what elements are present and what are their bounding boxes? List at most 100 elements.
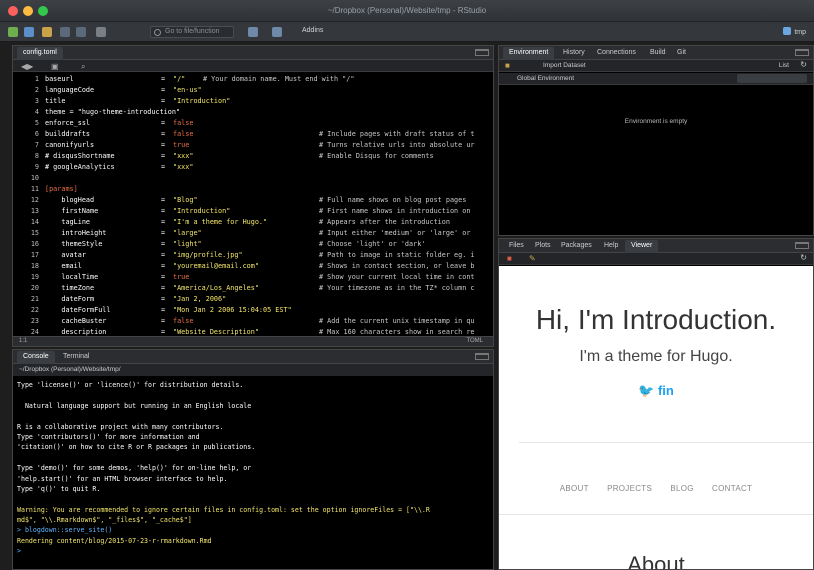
refresh-icon[interactable]: ↻ [800,60,807,69]
search-icon [154,29,161,36]
project-menu[interactable]: tmp [783,27,806,36]
pane-maximize-icon[interactable] [475,353,489,360]
social-links[interactable]: 🐦 fin [499,383,813,399]
new-project-icon[interactable] [24,27,34,37]
line-number: 16 [30,240,39,248]
open-in-browser-icon[interactable]: ■ [507,254,512,263]
console-line: 'citation()' on how to cite R or R packa… [17,443,256,452]
code-line: 17 avatar = "img/profile.jpg" # Path to ima… [13,250,493,261]
divider [519,442,813,443]
tab-history[interactable]: History [557,47,591,60]
code-comment: # Input either 'medium' or 'large' or [319,229,471,237]
divider [499,514,813,515]
code-key: introHeight [45,229,107,237]
code-key: # googleAnalytics [45,163,115,171]
code-comment: # Turns relative urls into absolute ur [319,141,475,149]
environment-empty-message: Environment is empty [624,118,688,125]
linkedin-icon[interactable]: fin [658,383,674,398]
environment-tabbar: Environment History Connections Build Gi… [499,46,813,60]
save-all-icon[interactable] [76,27,86,37]
new-file-icon[interactable] [8,27,18,37]
code-equals: = [161,207,166,215]
code-key: avatar [45,251,86,259]
global-environment-menu[interactable]: Global Environment [517,75,574,82]
refresh-icon[interactable]: ↻ [800,253,807,262]
nav-projects[interactable]: PROJECTS [607,484,652,493]
code-line: 5 enforce_ssl = false [13,118,493,129]
tab-plots-label: Plots [535,242,551,249]
import-dataset-button[interactable]: Import Dataset [543,62,586,69]
code-line: 9 # googleAnalytics = "xxx" [13,162,493,173]
website-preview: Hi, I'm Introduction. I'm a theme for Hu… [499,266,813,569]
code-key: # disqusShortname [45,152,115,160]
tab-config-toml[interactable]: config.toml [17,47,63,60]
search-replace-icon[interactable]: ⌕ [81,62,85,72]
code-line: 12 blogHead = "Blog" # Full name shows on b… [13,195,493,206]
list-view-menu[interactable]: List [779,62,789,69]
code-comment: # Your timezone as in the TZ* column c [319,284,475,292]
code-value: "Blog" [173,196,198,204]
nav-about[interactable]: ABOUT [560,484,589,493]
print-icon[interactable] [96,27,106,37]
tab-viewer[interactable]: Viewer [625,240,659,253]
tab-build-label: Build [650,49,666,56]
addins-menu[interactable]: Addins [302,27,323,34]
twitter-icon[interactable]: 🐦 [638,383,654,398]
code-line: 13 firstName = "Introduction" # First name … [13,206,493,217]
back-arrow-icon[interactable]: ◀▶ [21,62,33,71]
tab-environment[interactable]: Environment [503,47,555,60]
code-equals: = [161,262,166,270]
nav-blog[interactable]: BLOG [670,484,693,493]
code-value: "light" [173,240,202,248]
pane-maximize-icon[interactable] [795,242,809,249]
tab-build[interactable]: Build [644,47,672,60]
tab-console[interactable]: Console [17,351,55,364]
tab-plots[interactable]: Plots [529,240,557,253]
tab-viewer-label: Viewer [631,242,653,249]
tab-git[interactable]: Git [671,47,692,60]
environment-scope-bar: Global Environment [499,73,813,85]
file-type-menu[interactable]: TOML [466,338,483,344]
line-number: 14 [30,218,39,226]
console-output[interactable]: Type 'license()' or 'licence()' for dist… [13,378,493,569]
console-pane: Console Terminal ~/Dropbox (Personal)/We… [12,349,494,570]
code-key: baseurl [45,75,74,83]
line-number: 11 [30,185,39,193]
line-number: 15 [30,229,39,237]
code-line: 2 languageCode = "en-us" [13,85,493,96]
tab-packages[interactable]: Packages [555,240,598,253]
code-comment: # Appears after the introduction [319,218,450,226]
load-workspace-icon[interactable]: ■ [505,61,510,70]
code-line: 7 canonifyurls = true # Turns relative urls … [13,140,493,151]
code-key: email [45,262,82,270]
pane-maximize-icon[interactable] [475,49,489,56]
tab-terminal[interactable]: Terminal [57,351,95,364]
open-file-icon[interactable] [42,27,52,37]
window-titlebar: ~/Dropbox (Personal)/Website/tmp - RStud… [0,0,814,22]
code-equals: = [161,317,166,325]
goto-file-function-input[interactable]: Go to file/function [150,26,234,38]
code-area[interactable]: 1 baseurl = "/" # Your domain name. Must end… [13,74,493,338]
pane-layout-icon[interactable] [272,27,282,37]
code-line: 3 title = "Introduction" [13,96,493,107]
version-control-icon[interactable] [248,27,258,37]
pane-maximize-icon[interactable] [795,49,809,56]
project-label: tmp [794,29,806,36]
tab-files-label: Files [509,242,524,249]
code-key: title [45,97,66,105]
code-line: 11 [params] [13,184,493,195]
save-icon[interactable] [60,27,70,37]
clear-viewer-icon[interactable]: ✎ [529,254,536,263]
tab-help[interactable]: Help [598,240,624,253]
save-file-icon[interactable]: ▣ [51,62,59,71]
nav-contact[interactable]: CONTACT [712,484,752,493]
tab-files[interactable]: Files [503,240,530,253]
tab-connections[interactable]: Connections [591,47,642,60]
code-key: blogHead [45,196,95,204]
console-working-dir: ~/Dropbox (Personal)/Website/tmp/ [13,364,493,376]
line-number: 13 [30,207,39,215]
code-value: "youremail@email.com" [173,262,259,270]
console-tabbar: Console Terminal [13,350,493,364]
environment-search-input[interactable] [737,74,807,83]
